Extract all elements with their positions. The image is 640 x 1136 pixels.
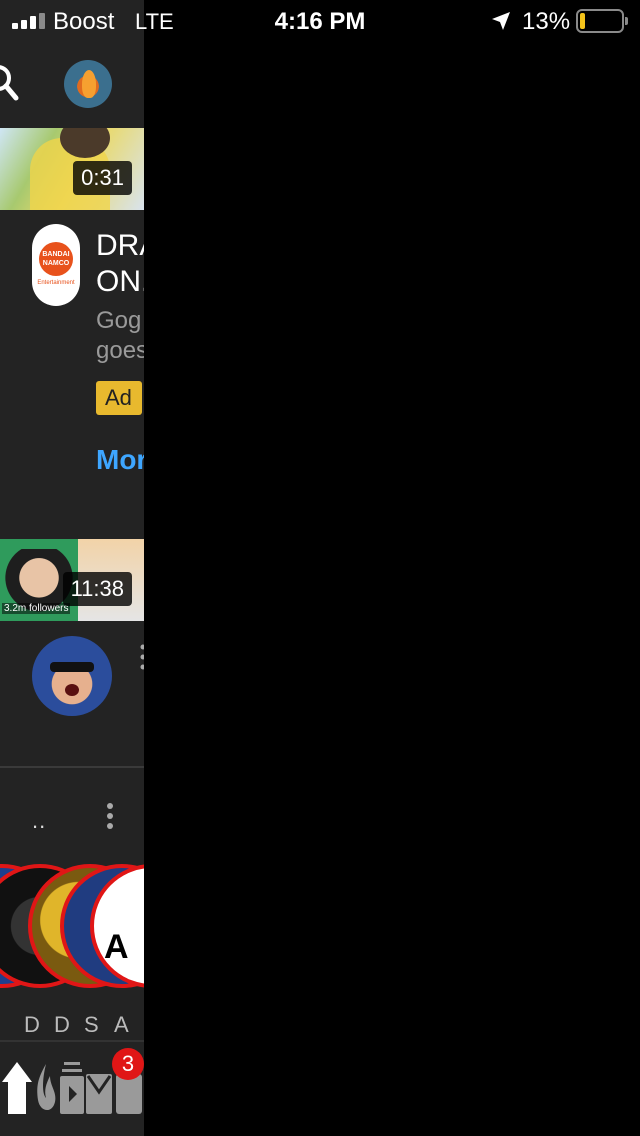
ad-badge: Ad bbox=[96, 381, 142, 415]
battery-icon bbox=[576, 9, 628, 33]
ad-title[interactable]: DRA ON. bbox=[96, 228, 144, 300]
channel-name[interactable]: S bbox=[84, 1012, 114, 1038]
video-thumbnail[interactable]: 0:31 bbox=[0, 128, 144, 210]
channel-names: DDSA bbox=[24, 1012, 144, 1038]
trending-flame-icon[interactable] bbox=[34, 1060, 58, 1116]
app-panel: 0:31 BANDAI NAMCO Entertainment DRA ON. … bbox=[0, 0, 144, 1136]
inbox-mail-icon[interactable] bbox=[86, 1060, 112, 1116]
account-avatar[interactable] bbox=[64, 60, 112, 108]
advertiser-logo[interactable]: BANDAI NAMCO Entertainment bbox=[32, 224, 80, 306]
bandai-namco-logo-mark: BANDAI NAMCO bbox=[39, 242, 73, 276]
video-duration: 11:38 bbox=[62, 572, 132, 606]
thumbnail-caption: 3.2m followers bbox=[2, 603, 71, 614]
empty-overlay-area[interactable] bbox=[144, 0, 640, 1136]
channel-name[interactable]: D bbox=[54, 1012, 84, 1038]
search-icon[interactable] bbox=[0, 62, 20, 102]
section-title: .. bbox=[32, 808, 47, 833]
video-duration: 0:31 bbox=[73, 161, 132, 195]
status-bar: Boost LTE 4:16 PM 13% bbox=[0, 0, 640, 40]
subscriptions-icon[interactable] bbox=[60, 1060, 84, 1116]
divider bbox=[0, 766, 144, 768]
battery-percent: 13% bbox=[522, 8, 571, 35]
home-icon[interactable] bbox=[0, 1060, 34, 1116]
ad-more-link[interactable]: Mor bbox=[96, 444, 144, 476]
channel-logo-text: A bbox=[104, 928, 129, 966]
ad-description: Gog goes bbox=[96, 307, 144, 364]
battery-fill bbox=[580, 13, 585, 29]
video-thumbnail[interactable]: 3.2m followers 11:38 bbox=[0, 539, 144, 621]
inbox-notification-badge: 3 bbox=[112, 1048, 144, 1080]
location-arrow-icon bbox=[492, 12, 510, 30]
more-vert-icon[interactable] bbox=[104, 802, 116, 830]
channel-name[interactable]: D bbox=[24, 1012, 54, 1038]
advertiser-logo-subtitle: Entertainment bbox=[37, 280, 75, 286]
channel-name[interactable]: A bbox=[114, 1012, 144, 1038]
channel-avatar[interactable] bbox=[32, 636, 112, 716]
